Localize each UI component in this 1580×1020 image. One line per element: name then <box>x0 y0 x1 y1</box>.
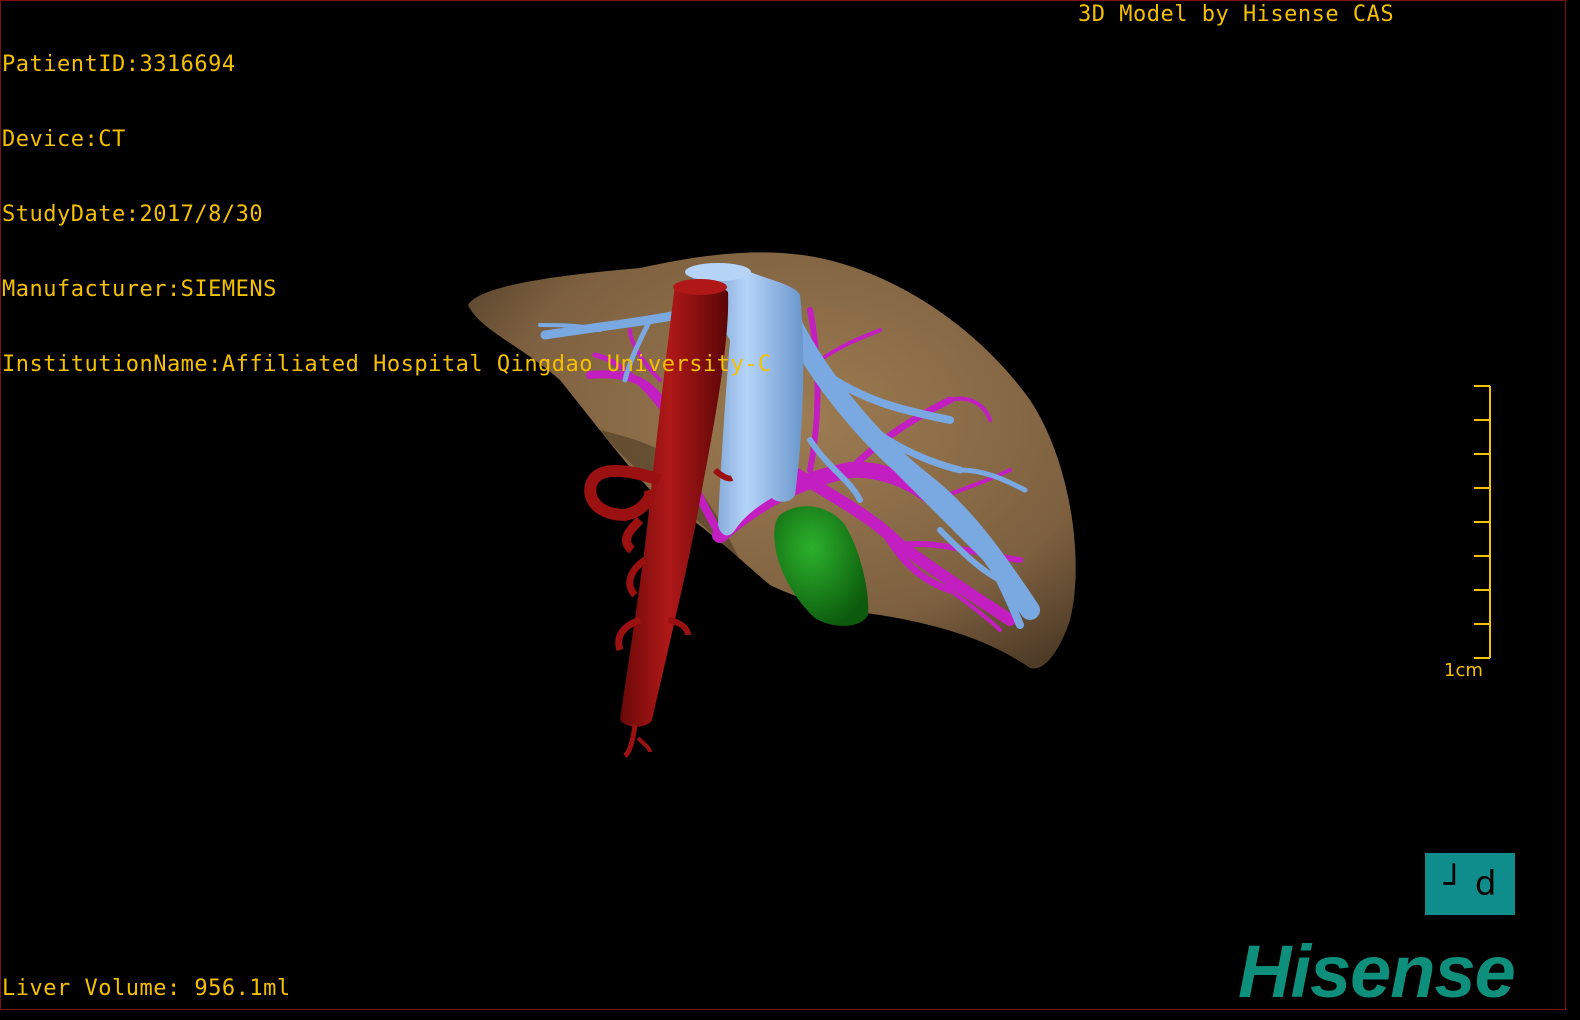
patient-id-text: PatientID:3316694 <box>2 52 236 77</box>
liver-volume-text: Liver Volume: 956.1ml <box>2 976 291 1001</box>
device-text: Device:CT <box>2 127 126 152</box>
orientation-cube[interactable]: ┘ d <box>1425 853 1515 915</box>
study-date-text: StudyDate:2017/8/30 <box>2 202 264 227</box>
dicom-info-overlay: PatientID:3316694 Device:CT StudyDate:20… <box>2 2 772 402</box>
institution-text: InstitutionName:Affiliated Hospital Qing… <box>2 352 772 377</box>
scale-bar-label: 1cm <box>1444 660 1483 681</box>
orientation-glyph: ┘ d <box>1443 864 1497 904</box>
model-credit-text: 3D Model by Hisense CAS <box>1078 2 1395 27</box>
hisense-logo: Hisense <box>1238 930 1516 1013</box>
manufacturer-text: Manufacturer:SIEMENS <box>2 277 277 302</box>
scale-bar <box>1474 385 1491 659</box>
